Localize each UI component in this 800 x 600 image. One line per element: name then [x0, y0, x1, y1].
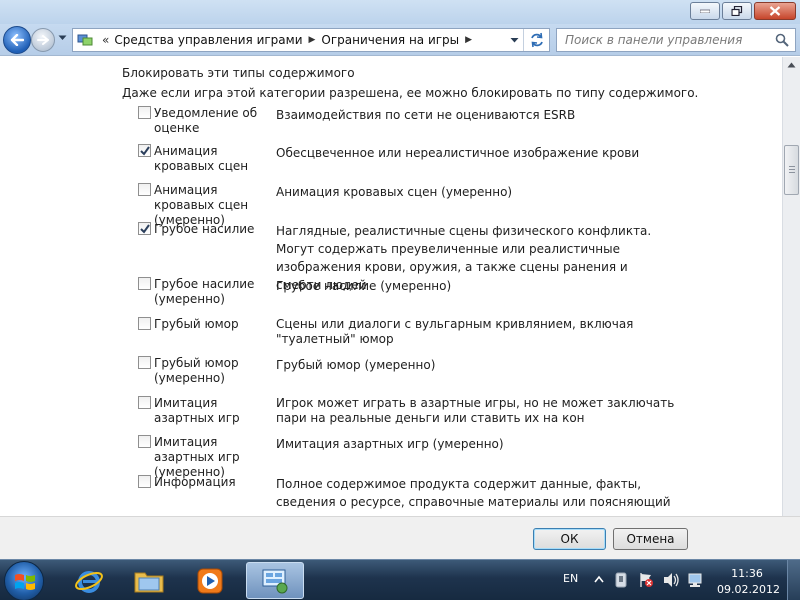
item-label[interactable]: Грубое насилие (умеренно): [154, 277, 276, 307]
window-title-bar[interactable]: [0, 0, 800, 24]
arrow-right-icon: [37, 35, 49, 45]
search-icon[interactable]: [775, 33, 789, 47]
taskbar-control-panel[interactable]: [246, 562, 304, 599]
content-pane: Блокировать эти типы содержимого Даже ес…: [0, 57, 782, 516]
scrollbar-thumb[interactable]: [784, 145, 799, 195]
internet-explorer-icon: [75, 570, 103, 593]
breadcrumb-games-control[interactable]: Средства управления играми: [114, 33, 302, 47]
recent-pages-chevron-down-icon[interactable]: [58, 35, 67, 41]
breadcrumb-separator-icon[interactable]: ▶: [465, 35, 472, 45]
section-heading: Блокировать эти типы содержимого: [122, 66, 355, 80]
navigation-bar: « Средства управления играми ▶ Ограничен…: [0, 24, 800, 56]
item-label[interactable]: Уведомление об оценке: [154, 106, 276, 136]
restore-icon: [731, 6, 743, 16]
graphic-violence-checkbox[interactable]: [138, 222, 151, 235]
item-label[interactable]: Грубое насилие: [154, 222, 276, 237]
checkmark-icon: [140, 224, 150, 234]
show-desktop-button[interactable]: [787, 560, 800, 600]
list-item: Грубое насилие Наглядные, реалистичные с…: [138, 222, 738, 292]
item-label[interactable]: Грубый юмор: [154, 317, 276, 332]
tray-app-icon[interactable]: [613, 572, 629, 588]
show-hidden-icons-icon[interactable]: [594, 572, 604, 586]
checkmark-icon: [140, 146, 150, 156]
arrow-left-icon: [10, 34, 24, 46]
item-description: Анимация кровавых сцен (умеренно): [276, 185, 513, 199]
volume-icon[interactable]: [662, 572, 680, 588]
item-description: Имитация азартных игр (умеренно): [276, 437, 504, 451]
list-item: Имитация азартных игр (умеренно) Имитаци…: [138, 435, 738, 479]
dialog-button-bar: ОК Отмена: [0, 516, 800, 559]
media-player-icon: [197, 568, 223, 593]
list-item: Грубый юмор (умеренно) Грубый юмор (умер…: [138, 356, 738, 396]
item-label[interactable]: Грубый юмор (умеренно): [154, 356, 276, 386]
list-item: Анимация кровавых сцен Обесцвеченное или…: [138, 144, 738, 183]
list-item: Уведомление об оценке Взаимодействия по …: [138, 106, 738, 144]
windows-logo-icon: [15, 574, 35, 590]
refresh-button[interactable]: [523, 29, 549, 51]
item-description: Обесцвеченное или нереалистичное изображ…: [276, 146, 640, 160]
item-description: Сцены или диалоги с вульгарным кривляние…: [276, 317, 634, 346]
crude-humor-moderate-checkbox[interactable]: [138, 356, 151, 369]
restore-button[interactable]: [722, 2, 752, 20]
content-type-list: Уведомление об оценке Взаимодействия по …: [138, 106, 738, 516]
item-label[interactable]: Имитация азартных игр: [154, 396, 276, 426]
taskbar-windows-explorer[interactable]: [120, 562, 178, 599]
window-controls: [688, 2, 796, 20]
item-description: Взаимодействия по сети не оцениваются ES…: [276, 108, 576, 122]
close-button[interactable]: [754, 2, 796, 20]
system-clock[interactable]: 11:36 09.02.2012: [717, 566, 780, 598]
taskbar-internet-explorer[interactable]: [60, 562, 118, 599]
taskbar-media-player[interactable]: [181, 562, 239, 599]
network-icon[interactable]: [687, 572, 705, 588]
ok-button[interactable]: ОК: [533, 528, 606, 550]
back-button[interactable]: [3, 26, 31, 54]
animated-blood-moderate-checkbox[interactable]: [138, 183, 151, 196]
arrow-up-icon: [787, 62, 796, 68]
item-description: Полное содержимое продукта содержит данн…: [276, 477, 671, 516]
forward-button[interactable]: [31, 28, 55, 52]
clock-time: 11:36: [731, 567, 763, 580]
action-center-flag-icon[interactable]: [638, 572, 654, 588]
search-box[interactable]: [556, 28, 796, 52]
animated-blood-checkbox[interactable]: [138, 144, 151, 157]
address-bar[interactable]: « Средства управления играми ▶ Ограничен…: [72, 28, 550, 52]
taskbar: EN 11:36 09.02.2012: [0, 559, 800, 600]
folder-icon: [134, 572, 164, 592]
crude-humor-checkbox[interactable]: [138, 317, 151, 330]
minimize-button[interactable]: [690, 2, 720, 20]
item-description: Игрок может играть в азартные игры, но н…: [276, 396, 675, 425]
refresh-icon: [531, 32, 543, 48]
rating-notice-checkbox[interactable]: [138, 106, 151, 119]
item-description: Грубый юмор (умеренно): [276, 358, 436, 372]
list-item: Анимация кровавых сцен (умеренно) Анимац…: [138, 183, 738, 227]
list-item: Имитация азартных игр Игрок может играть…: [138, 396, 738, 435]
search-input[interactable]: [557, 29, 767, 51]
graphic-violence-moderate-checkbox[interactable]: [138, 277, 151, 290]
item-description: Грубое насилие (умеренно): [276, 279, 452, 293]
vertical-scrollbar[interactable]: [782, 57, 800, 516]
list-item: Грубое насилие (умеренно) Грубое насилие…: [138, 277, 738, 317]
language-indicator[interactable]: EN: [563, 572, 578, 585]
informational-checkbox[interactable]: [138, 475, 151, 488]
simulated-gambling-checkbox[interactable]: [138, 396, 151, 409]
breadcrumb-overflow-button[interactable]: «: [102, 33, 109, 47]
simulated-gambling-moderate-checkbox[interactable]: [138, 435, 151, 448]
breadcrumb-game-restrictions[interactable]: Ограничения на игры: [321, 33, 459, 47]
item-label[interactable]: Имитация азартных игр (умеренно): [154, 435, 276, 480]
breadcrumb-separator-icon[interactable]: ▶: [309, 35, 316, 45]
address-history-chevron-down-icon[interactable]: [510, 33, 519, 47]
control-panel-icon: [77, 34, 93, 46]
section-description: Даже если игра этой категории разрешена,…: [122, 86, 699, 100]
item-label[interactable]: Анимация кровавых сцен: [154, 144, 276, 174]
start-button[interactable]: [4, 561, 44, 600]
item-label[interactable]: Информация: [154, 475, 276, 490]
minimize-icon: [700, 9, 710, 13]
cancel-button[interactable]: Отмена: [613, 528, 688, 550]
clock-date: 09.02.2012: [717, 583, 780, 596]
parental-controls-icon: [262, 569, 288, 593]
scroll-up-button[interactable]: [783, 57, 800, 74]
list-item: Информация Полное содержимое продукта со…: [138, 475, 738, 516]
close-icon: [769, 6, 781, 16]
list-item: Грубый юмор Сцены или диалоги с вульгарн…: [138, 317, 738, 356]
